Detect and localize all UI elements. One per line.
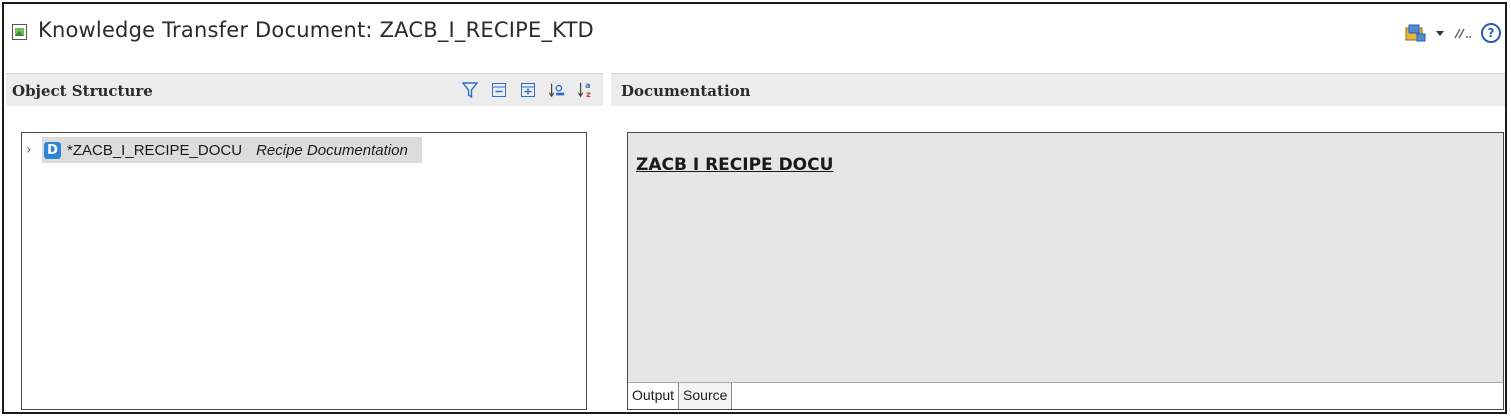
tab-source[interactable]: Source <box>679 383 733 409</box>
object-structure-tree[interactable]: › D *ZACB_I_RECIPE_DOCU Recipe Documenta… <box>21 132 587 410</box>
documentation-header: Documentation <box>611 73 1505 106</box>
object-structure-toolbar: a z <box>461 80 595 99</box>
chevron-right-icon[interactable]: › <box>26 142 38 158</box>
collapse-all-icon[interactable] <box>490 81 508 99</box>
header-toolbar: ? <box>1405 22 1501 44</box>
link-icon[interactable] <box>1453 27 1473 39</box>
editor-header: Knowledge Transfer Document: ZACB_I_RECI… <box>4 4 1505 58</box>
tree-node-selection[interactable]: D *ZACB_I_RECIPE_DOCU Recipe Documentati… <box>42 137 422 163</box>
object-structure-header: Object Structure a z <box>6 73 603 106</box>
tree-node-description: Recipe Documentation <box>256 141 408 159</box>
tree-node[interactable]: › D *ZACB_I_RECIPE_DOCU Recipe Documenta… <box>26 137 422 163</box>
tab-output[interactable]: Output <box>628 383 680 409</box>
help-icon[interactable]: ? <box>1481 23 1501 43</box>
tree-node-name: *ZACB_I_RECIPE_DOCU <box>67 141 243 159</box>
documentation-title: Documentation <box>621 82 751 100</box>
sort-by-type-icon[interactable] <box>548 81 566 99</box>
open-object-icon[interactable] <box>1405 23 1427 43</box>
object-structure-title: Object Structure <box>12 82 153 100</box>
editor-frame: Knowledge Transfer Document: ZACB_I_RECI… <box>2 2 1507 414</box>
document-icon <box>12 24 27 40</box>
documentation-heading[interactable]: ZACB I RECIPE DOCU <box>636 155 833 175</box>
filter-icon[interactable] <box>461 81 479 99</box>
svg-text:z: z <box>586 89 591 99</box>
documentation-object-icon: D <box>44 141 61 159</box>
documentation-tabs: Output Source <box>628 382 1503 409</box>
sort-alphabetical-icon[interactable]: a z <box>577 80 595 99</box>
dropdown-arrow-icon[interactable] <box>1435 29 1445 37</box>
expand-all-icon[interactable] <box>519 81 537 99</box>
page-title: Knowledge Transfer Document: ZACB_I_RECI… <box>38 18 594 42</box>
documentation-viewer: ZACB I RECIPE DOCU Output Source <box>627 132 1504 410</box>
